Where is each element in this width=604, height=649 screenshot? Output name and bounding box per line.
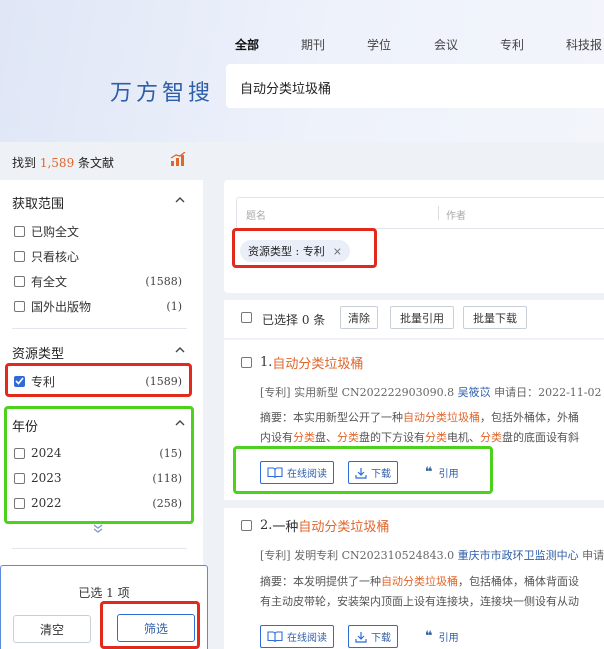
author-link[interactable]: 重庆市市政环卫监测中心 xyxy=(458,549,579,562)
option-purchased[interactable]: 已购全文 xyxy=(14,222,182,240)
download-button[interactable]: 下载 xyxy=(348,625,398,648)
highlight-box-green xyxy=(4,406,194,524)
clear-selection-button[interactable]: 清除 xyxy=(340,306,378,329)
access-section-title: 获取范围 xyxy=(12,197,65,212)
author-link[interactable]: 吴筱苡 xyxy=(458,386,491,399)
result-count: 找到 1,589 条文献 xyxy=(12,156,115,170)
result-checkbox[interactable] xyxy=(241,520,252,531)
tab-tech-report[interactable]: 科技报 xyxy=(566,36,602,53)
result-number: 1,589 xyxy=(39,156,75,170)
highlight-box-red xyxy=(5,363,192,397)
search-input[interactable]: 自动分类垃圾桶 xyxy=(226,64,604,108)
tab-conference[interactable]: 会议 xyxy=(434,36,458,53)
result-meta: [专利] 发明专利 CN202310524843.0 重庆市市政环卫监测中心 申… xyxy=(260,549,604,562)
divider xyxy=(12,328,187,329)
cite-button[interactable]: ❝ 引用 xyxy=(425,629,459,644)
advanced-fields xyxy=(236,197,604,229)
result-title[interactable]: 1. 自动分类垃圾桶 xyxy=(260,353,363,372)
field-separator xyxy=(438,206,439,220)
download-icon xyxy=(355,631,367,643)
highlight-box-green xyxy=(233,446,493,494)
checkbox[interactable] xyxy=(14,225,25,237)
tab-journal[interactable]: 期刊 xyxy=(301,36,325,53)
divider xyxy=(12,548,187,549)
tab-all[interactable]: 全部 xyxy=(235,36,259,53)
result-meta: [专利] 实用新型 CN202222903090.8 吴筱苡 申请日：2022-… xyxy=(260,386,604,399)
clear-button[interactable]: 清空 xyxy=(13,615,91,643)
chevron-up-icon[interactable] xyxy=(175,346,185,354)
tab-patent[interactable]: 专利 xyxy=(500,36,524,53)
read-online-button[interactable]: 在线阅读 xyxy=(260,625,334,648)
book-icon xyxy=(267,630,283,642)
quote-icon: ❝ xyxy=(425,629,433,644)
checkbox[interactable] xyxy=(14,250,25,262)
resource-type-title: 资源类型 xyxy=(12,347,65,362)
highlight-box-red xyxy=(232,228,377,268)
result-checkbox[interactable] xyxy=(241,357,252,368)
trend-chart-icon[interactable] xyxy=(170,152,186,166)
select-all-checkbox[interactable] xyxy=(241,312,252,323)
highlight-box-red xyxy=(100,601,200,649)
selected-items-label: 已选择 0 条 xyxy=(262,313,326,327)
result-abstract: 摘要：本发明提供了一种自动分类垃圾桶，包括桶体，桶体背面设 有主动皮带轮，安装架… xyxy=(260,575,579,608)
tab-degree[interactable]: 学位 xyxy=(367,36,391,53)
option-full-text[interactable]: 有全文 (1588) xyxy=(14,272,182,290)
checkbox[interactable] xyxy=(14,300,25,312)
logo[interactable]: 万方智搜 xyxy=(110,75,214,107)
author-field[interactable]: 作者 xyxy=(446,207,466,222)
batch-download-button[interactable]: 批量下载 xyxy=(463,306,527,329)
batch-cite-button[interactable]: 批量引用 xyxy=(390,306,454,329)
result-title[interactable]: 2. 一种 自动分类垃圾桶 xyxy=(260,516,389,535)
chevron-up-icon[interactable] xyxy=(175,196,185,204)
title-field[interactable]: 题名 xyxy=(246,207,266,222)
access-options: 已购全文 只看核心 有全文 (1588) 国外出版物 (1) xyxy=(14,222,182,315)
checkbox[interactable] xyxy=(14,275,25,287)
result-abstract: 摘要：本实用新型公开了一种自动分类垃圾桶，包括外桶体，外桶 内设有分类盘、分类盘… xyxy=(260,411,579,444)
selected-count: 已选 1 项 xyxy=(78,586,130,600)
expand-more-icon[interactable] xyxy=(92,524,104,534)
option-core-only[interactable]: 只看核心 xyxy=(14,247,182,265)
option-foreign[interactable]: 国外出版物 (1) xyxy=(14,297,182,315)
